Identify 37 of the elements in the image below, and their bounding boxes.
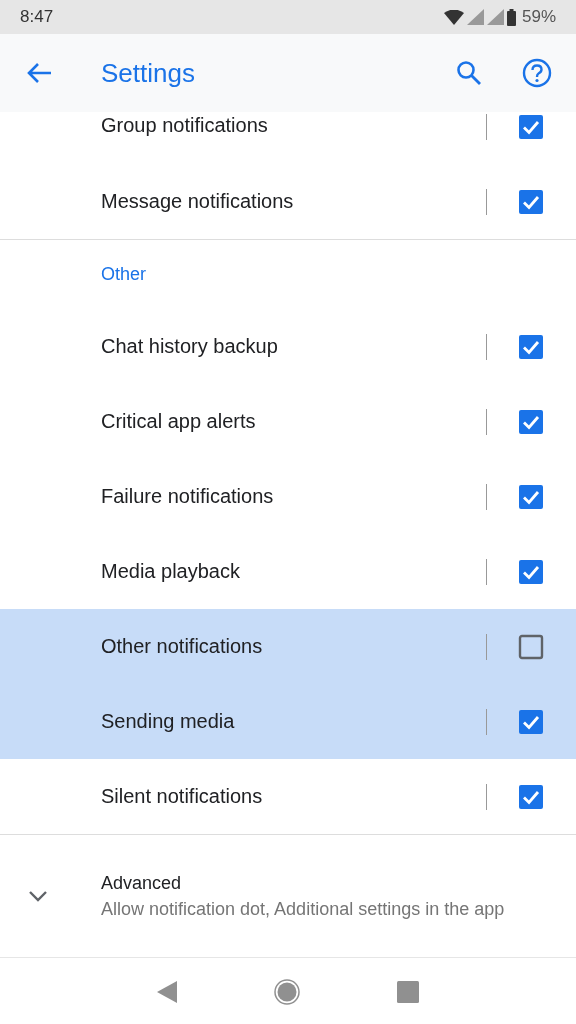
- advanced-title: Advanced: [101, 872, 183, 894]
- checkbox[interactable]: [518, 708, 544, 735]
- checkbox[interactable]: [518, 633, 544, 660]
- section-header: Other: [100, 263, 148, 286]
- checkbox[interactable]: [518, 558, 544, 585]
- setting-label: Media playback: [101, 560, 241, 583]
- home-icon[interactable]: [274, 978, 300, 1005]
- setting-label: Critical app alerts: [101, 410, 257, 433]
- back-icon[interactable]: [156, 980, 177, 1003]
- back-arrow-icon[interactable]: [26, 62, 52, 84]
- advanced-row[interactable]: Advanced Allow notification dot, Additional settings in the app: [0, 835, 576, 957]
- checkbox[interactable]: [518, 408, 544, 435]
- advanced-summary: Allow notification dot, Additional settings in the app: [101, 898, 505, 920]
- checkbox[interactable]: [518, 114, 544, 140]
- help-icon[interactable]: [522, 58, 552, 88]
- checkbox[interactable]: [518, 783, 544, 810]
- setting-label: Message notifications: [101, 190, 295, 213]
- checkbox[interactable]: [518, 188, 544, 215]
- setting-label: Failure notifications: [101, 485, 275, 508]
- status-time: 8:47: [20, 7, 54, 27]
- battery-percent: 59%: [521, 7, 556, 27]
- signal-icon: [486, 9, 504, 25]
- setting-row[interactable]: Sending media: [0, 684, 576, 759]
- battery-icon: [506, 8, 516, 26]
- setting-label: Silent notifications: [101, 785, 264, 808]
- setting-label: Other notifications: [101, 635, 264, 658]
- checkbox[interactable]: [518, 483, 544, 510]
- setting-label: Chat history backup: [101, 335, 279, 358]
- screen-title: Settings: [101, 57, 196, 89]
- setting-label: Group notifications: [101, 114, 269, 137]
- wifi-icon: [443, 9, 464, 25]
- setting-label: Sending media: [101, 710, 236, 733]
- checkbox[interactable]: [518, 333, 544, 360]
- search-icon[interactable]: [456, 60, 482, 86]
- signal-icon: [466, 9, 484, 25]
- setting-row[interactable]: Other notifications: [0, 609, 576, 684]
- recents-icon[interactable]: [397, 980, 420, 1003]
